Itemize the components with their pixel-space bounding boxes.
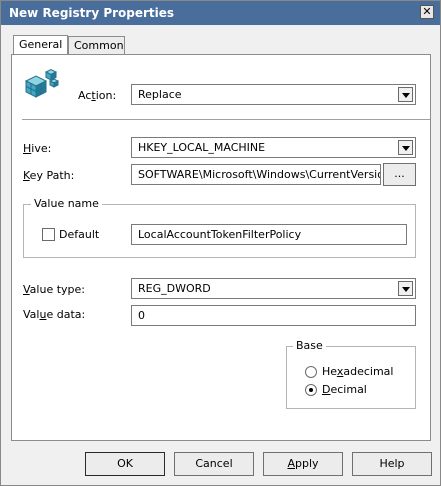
- value-name-input[interactable]: LocalAccountTokenFilterPolicy: [131, 224, 407, 245]
- hive-label: Hive:: [23, 142, 52, 155]
- browse-label: ...: [394, 167, 405, 180]
- ok-button[interactable]: OK: [85, 452, 165, 476]
- help-label: Help: [379, 457, 405, 470]
- close-button[interactable]: ✕: [420, 5, 434, 19]
- title-bar[interactable]: New Registry Properties ✕: [1, 1, 440, 25]
- default-label: Default: [59, 228, 100, 241]
- tab-general[interactable]: General: [13, 35, 68, 55]
- action-label: Action:: [78, 89, 117, 102]
- value-data-label: Value data:: [23, 308, 86, 321]
- cancel-button[interactable]: Cancel: [174, 452, 254, 476]
- general-panel: Action: Replace Hive: HKEY_LOCAL_MACHINE…: [11, 54, 431, 441]
- apply-button[interactable]: Apply: [263, 452, 343, 476]
- decimal-radio[interactable]: [305, 384, 317, 396]
- cancel-label: Cancel: [195, 457, 233, 470]
- separator: [22, 119, 430, 121]
- registry-icon: [24, 68, 60, 98]
- value-name-legend: Value name: [31, 197, 102, 210]
- action-value: Replace: [138, 88, 182, 101]
- tab-common-label: Common: [74, 39, 124, 52]
- key-path-value: SOFTWARE\Microsoft\Windows\CurrentVersio: [138, 168, 381, 181]
- base-legend: Base: [293, 339, 326, 352]
- key-path-label: Key Path:: [23, 169, 75, 182]
- value-name-value: LocalAccountTokenFilterPolicy: [138, 228, 302, 241]
- close-icon: ✕: [422, 5, 432, 18]
- value-type-value: REG_DWORD: [138, 282, 211, 295]
- tab-general-label: General: [19, 38, 63, 51]
- window-title: New Registry Properties: [9, 6, 175, 20]
- decimal-label: Decimal: [322, 383, 367, 396]
- hive-dropdown[interactable]: HKEY_LOCAL_MACHINE: [131, 137, 416, 158]
- chevron-down-icon[interactable]: [398, 281, 413, 296]
- value-type-dropdown[interactable]: REG_DWORD: [131, 278, 416, 299]
- action-dropdown[interactable]: Replace: [131, 84, 416, 105]
- dialog-window: New Registry Properties ✕ General Common: [0, 0, 441, 486]
- chevron-down-icon[interactable]: [398, 87, 413, 102]
- value-data-value: 0: [138, 309, 145, 322]
- browse-button[interactable]: ...: [383, 163, 416, 186]
- hexadecimal-radio[interactable]: [305, 366, 317, 378]
- chevron-down-icon[interactable]: [398, 140, 413, 155]
- tab-common[interactable]: Common: [68, 36, 125, 55]
- value-data-input[interactable]: 0: [131, 305, 416, 326]
- ok-label: OK: [117, 457, 133, 470]
- help-button[interactable]: Help: [352, 452, 432, 476]
- hexadecimal-label: Hexadecimal: [322, 365, 394, 378]
- hive-value: HKEY_LOCAL_MACHINE: [138, 141, 266, 154]
- apply-label: Apply: [287, 457, 319, 470]
- key-path-input[interactable]: SOFTWARE\Microsoft\Windows\CurrentVersio: [131, 164, 381, 185]
- value-type-label: Value type:: [23, 283, 85, 296]
- default-checkbox[interactable]: [42, 228, 55, 241]
